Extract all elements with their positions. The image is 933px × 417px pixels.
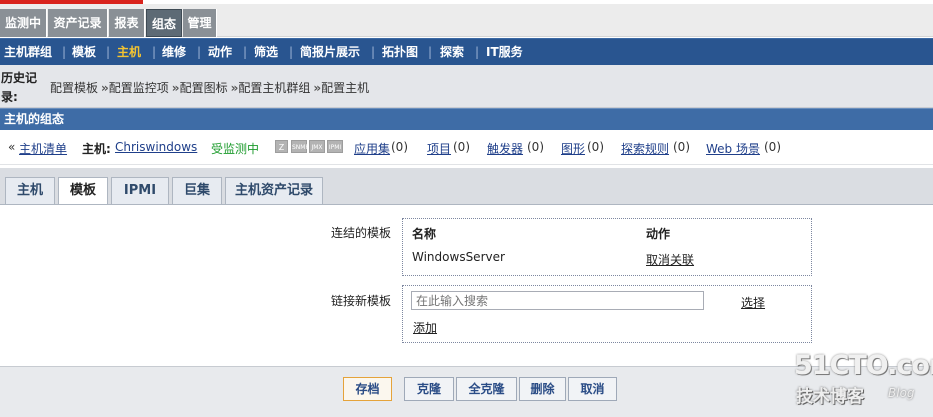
submenu-filters[interactable]: 筛选 [254,39,278,66]
items-link[interactable]: 项目 [427,140,451,157]
graphs-count: (0) [587,140,604,154]
history-separator: » [101,81,109,95]
items-count: (0) [453,140,470,154]
submenu-separator: | [243,45,248,59]
triggers-link[interactable]: 触发器 [487,140,523,157]
submenu-separator: | [62,45,67,59]
history-link[interactable]: 配置图标 [180,81,228,95]
linked-templates-table: 名称 动作 WindowsServer 取消关联 [402,218,812,276]
history-separator: » [313,81,322,95]
applications-link[interactable]: 应用集 [354,140,390,157]
menu-configuration[interactable]: 组态 [146,9,182,37]
link-new-templates-label: 链接新模板 [331,294,392,308]
history-link[interactable]: 配置模板 [50,81,98,95]
sub-menu: 主机群组 | 模板 | 主机 | 维修 | 动作 | 筛选 | 简报片展示 | … [0,38,933,65]
history-separator: » [171,81,180,95]
submenu-maps[interactable]: 拓扑图 [382,39,418,66]
submenu-separator: | [475,45,480,59]
host-status[interactable]: 受监测中 [211,140,259,157]
submenu-host-groups[interactable]: 主机群组 [4,39,52,66]
submenu-hosts[interactable]: 主机 [117,39,141,66]
tab-ipmi[interactable]: IPMI [111,177,169,204]
back-arrow: « [8,140,16,154]
tab-macros[interactable]: 巨集 [172,177,222,204]
submenu-separator: | [371,45,376,59]
submenu-it-services[interactable]: IT服务 [486,39,523,66]
history-link[interactable]: 配置主机 [321,81,369,95]
menu-administration[interactable]: 管理 [183,9,217,37]
menu-inventory[interactable]: 资产记录 [48,9,108,37]
host-navigation: « 主机清单 主机: Chriswindows 受监测中 Z SNMP JMX … [0,130,933,165]
submenu-separator: | [289,45,294,59]
select-link[interactable]: 选择 [741,294,765,311]
discovery-rules-link[interactable]: 探索规则 [621,140,669,157]
snmp-availability-icon: SNMP [291,140,309,153]
submenu-actions[interactable]: 动作 [208,39,232,66]
column-header-name: 名称 [412,227,437,241]
triggers-count: (0) [527,140,544,154]
history-link[interactable]: 配置监控项 [109,81,169,95]
template-search-input[interactable] [411,291,704,310]
watermark-blog: Blog [888,386,915,400]
delete-button[interactable]: 删除 [519,377,566,401]
tabs-bar: 主机 模板 IPMI 巨集 主机资产记录 [0,168,933,204]
graphs-link[interactable]: 图形 [561,140,585,157]
host-label: 主机: [82,142,111,156]
section-title: 主机的组态 [0,108,933,130]
tab-templates[interactable]: 模板 [58,177,108,204]
history-links: 配置模板 »配置监控项 »配置图标 »配置主机群组 »配置主机 [50,79,369,96]
main-menu: 监测中 资产记录 报表 组态 管理 [0,4,933,37]
tab-host[interactable]: 主机 [5,177,55,204]
submenu-separator: | [428,45,433,59]
column-header-action: 动作 [646,227,671,241]
submenu-maintenance[interactable]: 维修 [162,39,186,66]
history-label: 历史记录: [1,71,38,104]
zabbix-availability-icon: Z [275,140,288,153]
menu-monitoring[interactable]: 监测中 [0,9,47,37]
applications-count: (0) [391,140,408,154]
template-name: WindowsServer [412,250,505,264]
submenu-templates[interactable]: 模板 [72,39,96,66]
web-scenarios-link[interactable]: Web 场景 [706,140,760,157]
history-bar: 历史记录: 配置模板 »配置监控项 »配置图标 »配置主机群组 »配置主机 [0,65,933,108]
unlink-link[interactable]: 取消关联 [646,251,694,268]
discovery-rules-count: (0) [673,140,690,154]
watermark: 51CTO.com 技术博客 Blog [790,350,933,410]
ipmi-availability-icon: IPMI [327,140,343,153]
submenu-separator: | [197,45,202,59]
menu-reports[interactable]: 报表 [109,9,145,37]
history-link[interactable]: 配置主机群组 [238,81,310,95]
add-link[interactable]: 添加 [413,319,437,336]
clone-button[interactable]: 克隆 [404,377,454,401]
watermark-site: 51CTO.com [794,350,933,381]
submenu-separator: | [152,45,157,59]
save-button[interactable]: 存档 [343,377,392,401]
jmx-availability-icon: JMX [309,140,325,153]
host-list-link[interactable]: 主机清单 [19,140,67,157]
tab-host-inventory[interactable]: 主机资产记录 [225,177,323,204]
submenu-slides[interactable]: 简报片展示 [300,39,360,66]
submenu-separator: | [106,45,111,59]
watermark-title: 技术博客 [796,387,864,407]
linked-templates-label: 连结的模板 [331,226,392,240]
cancel-button[interactable]: 取消 [568,377,617,401]
web-scenarios-count: (0) [764,140,781,154]
full-clone-button[interactable]: 全克隆 [456,377,517,401]
host-name-link[interactable]: Chriswindows [115,140,197,154]
submenu-discovery[interactable]: 探索 [440,39,464,66]
